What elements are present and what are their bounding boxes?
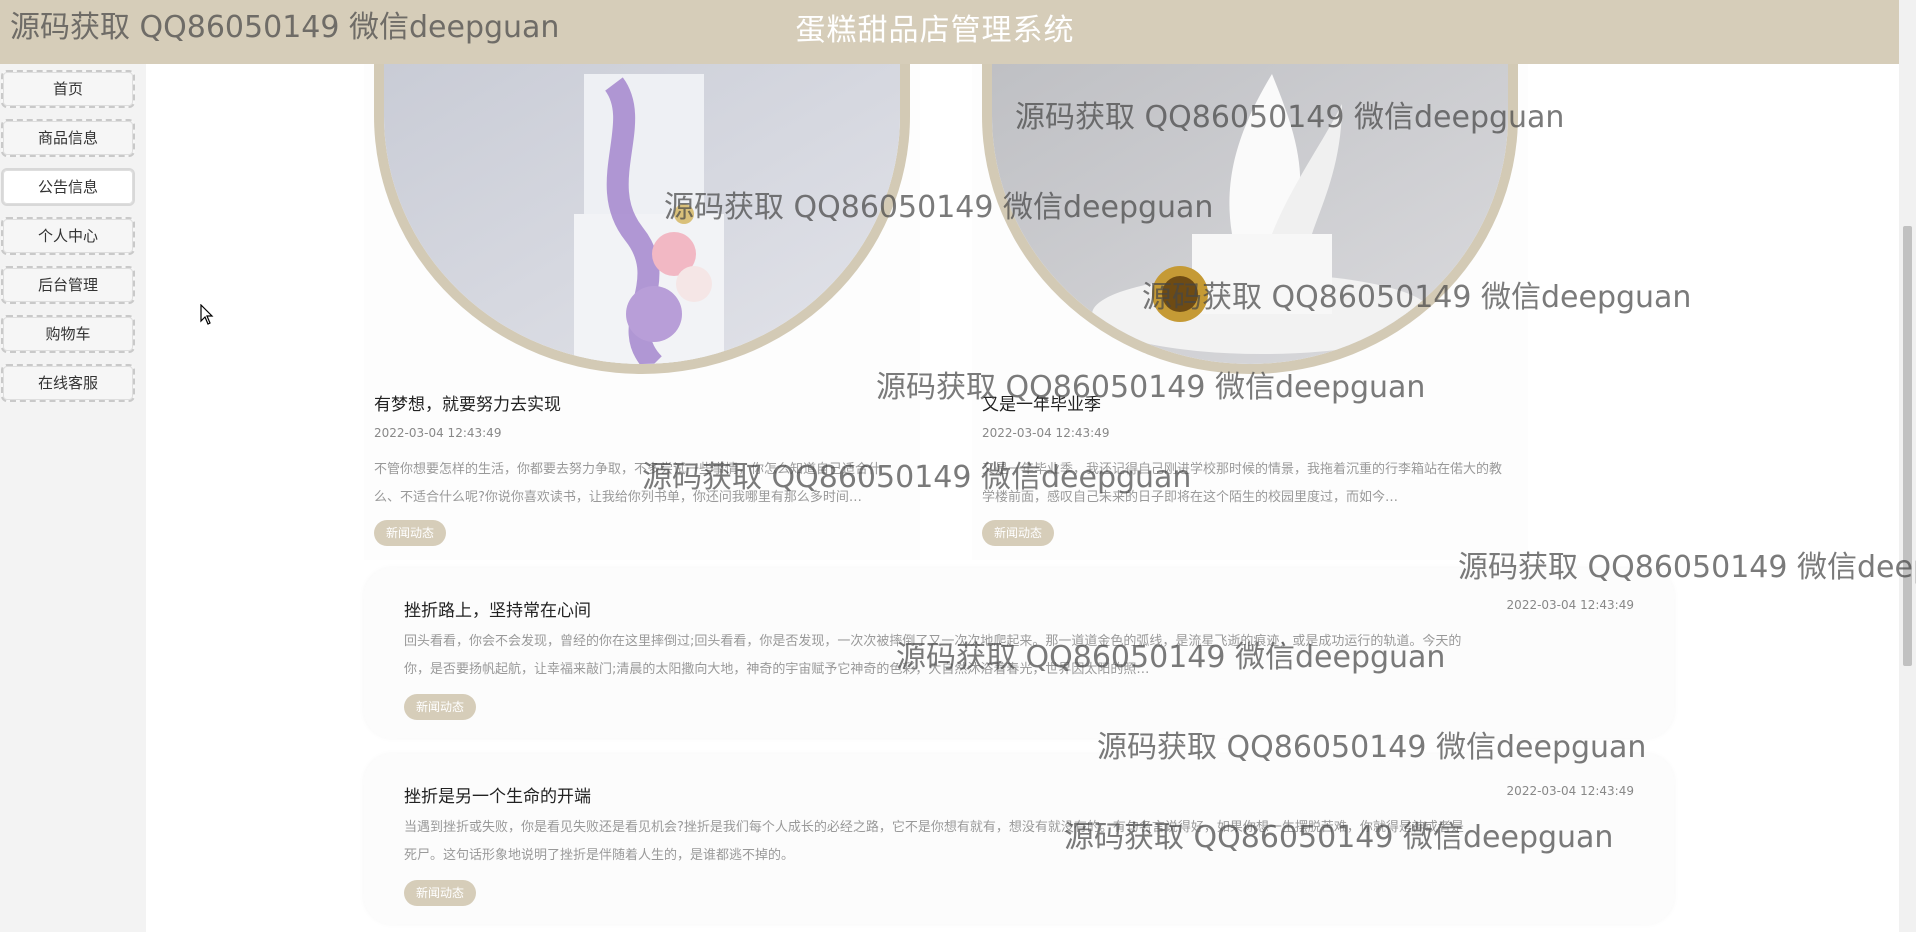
cake-image-white[interactable] (982, 64, 1518, 374)
sidebar-nav: 首页 商品信息 公告信息 个人中心 后台管理 购物车 在线客服 (0, 64, 146, 932)
card-description: 又是一年毕业季，我还记得自己刚进学校那时候的情景，我拖着沉重的行李箱站在偌大的教… (982, 462, 1503, 505)
card-title[interactable]: 有梦想，就要努力去实现 (374, 390, 561, 415)
list-item-title[interactable]: 挫折是另一个生命的开端 (404, 782, 591, 807)
news-tag[interactable]: 新闻动态 (404, 880, 477, 906)
news-tag[interactable]: 新闻动态 (404, 694, 477, 720)
list-item-date: 2022-03-04 12:43:49 (1506, 784, 1634, 798)
list-item[interactable]: 挫折路上，坚持常在心间 2022-03-04 12:43:49 回头看看，你会不… (364, 568, 1674, 738)
site-title: 蛋糕甜品店管理系统 (795, 13, 1075, 48)
card-description: 不管你想要怎样的生活，你都要去努力争取，不多尝试一些事情，你怎么知道自己适合什么… (374, 462, 882, 505)
sidebar-item-products[interactable]: 商品信息 (1, 119, 135, 157)
card-date: 2022-03-04 12:43:49 (982, 426, 1110, 440)
news-tag[interactable]: 新闻动态 (982, 520, 1055, 546)
news-card[interactable]: 又是一年毕业季 2022-03-04 12:43:49 又是一年毕业季，我还记得… (972, 64, 1528, 560)
cake-image-art (384, 64, 900, 364)
list-item-date: 2022-03-04 12:43:49 (1506, 598, 1634, 612)
list-item[interactable]: 挫折是另一个生命的开端 2022-03-04 12:43:49 当遇到挫折或失败… (364, 754, 1674, 924)
sidebar-item-admin[interactable]: 后台管理 (1, 266, 135, 304)
cake-image-art (992, 64, 1508, 364)
list-item-description: 当遇到挫折或失败，你是看见失败还是看见机会?挫折是我们每个人成长的必经之路，它不… (404, 820, 1464, 863)
list-item-title[interactable]: 挫折路上，坚持常在心间 (404, 596, 591, 621)
cake-image-purple[interactable] (374, 64, 910, 374)
sidebar-item-support[interactable]: 在线客服 (1, 364, 135, 402)
news-tag[interactable]: 新闻动态 (374, 520, 447, 546)
sidebar-item-profile[interactable]: 个人中心 (1, 217, 135, 255)
card-date: 2022-03-04 12:43:49 (374, 426, 502, 440)
card-title[interactable]: 又是一年毕业季 (982, 390, 1101, 415)
news-card[interactable]: 有梦想，就要努力去实现 2022-03-04 12:43:49 不管你想要怎样的… (364, 64, 920, 560)
mouse-cursor-icon (200, 304, 214, 325)
sidebar-item-home[interactable]: 首页 (1, 70, 135, 108)
list-item-description: 回头看看，你会不会发现，曾经的你在这里摔倒过;回头看看，你是否发现，一次次被摔倒… (404, 634, 1462, 677)
sidebar-item-cart[interactable]: 购物车 (1, 315, 135, 353)
top-header-bar: 蛋糕甜品店管理系统 (0, 0, 1899, 64)
scrollbar-thumb[interactable] (1903, 226, 1912, 666)
main-content: 有梦想，就要努力去实现 2022-03-04 12:43:49 不管你想要怎样的… (146, 64, 1899, 932)
sidebar-item-announcements[interactable]: 公告信息 (1, 168, 135, 206)
